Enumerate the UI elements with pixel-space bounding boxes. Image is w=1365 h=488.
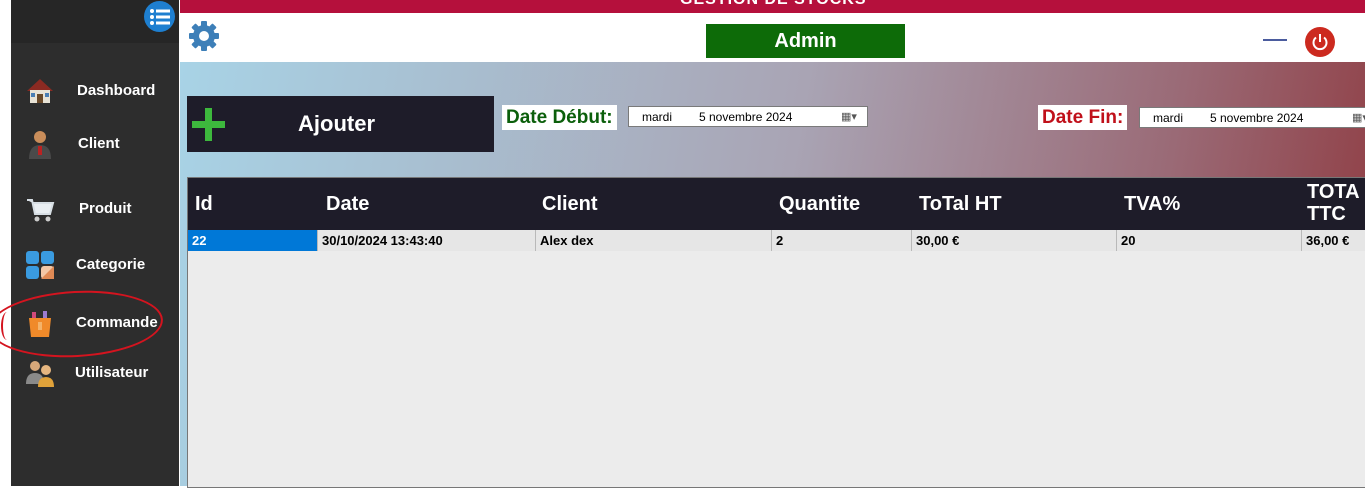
column-header[interactable]: ToTal HT bbox=[919, 178, 1002, 230]
sidebar-item-client[interactable]: Client bbox=[11, 122, 179, 166]
list-icon bbox=[149, 8, 170, 25]
start-date-picker[interactable]: mardi 5 novembre 2024 ▦▾ bbox=[628, 106, 868, 127]
sidebar-item-label: Utilisateur bbox=[75, 364, 149, 381]
column-header[interactable]: Date bbox=[326, 178, 369, 230]
sidebar-item-categorie[interactable]: Categorie bbox=[11, 243, 179, 287]
start-date-label: Date Début: bbox=[502, 105, 617, 130]
end-date-picker[interactable]: mardi 5 novembre 2024 ▦▾ bbox=[1139, 107, 1365, 128]
table-cell[interactable]: 30,00 € bbox=[912, 230, 1117, 251]
users-icon bbox=[26, 361, 54, 387]
window-edge bbox=[0, 0, 11, 486]
main-content: Ajouter Date Début: mardi 5 novembre 202… bbox=[180, 62, 1365, 488]
app-title: GESTION DE STOCKS bbox=[680, 0, 867, 9]
sidebar-item-label: Produit bbox=[79, 200, 132, 217]
gear-icon[interactable] bbox=[188, 20, 220, 52]
sidebar-header bbox=[11, 0, 179, 43]
bag-icon bbox=[29, 311, 51, 337]
column-header[interactable]: TOTA TTC bbox=[1307, 181, 1365, 233]
sidebar-item-label: Client bbox=[78, 135, 120, 152]
table-header: Id Date Client Quantite ToTal HT TVA% TO… bbox=[188, 178, 1365, 230]
person-icon bbox=[29, 131, 51, 159]
orders-table[interactable]: Id Date Client Quantite ToTal HT TVA% TO… bbox=[187, 177, 1365, 488]
header-bar: Admin bbox=[180, 13, 1365, 62]
tiles-icon bbox=[26, 251, 54, 279]
cart-icon bbox=[27, 199, 55, 222]
calendar-icon[interactable]: ▦▾ bbox=[841, 110, 857, 123]
sidebar-item-dashboard[interactable]: Dashboard bbox=[11, 69, 179, 113]
table-cell[interactable]: 22 bbox=[188, 230, 318, 251]
end-date-value: 5 novembre 2024 bbox=[1210, 111, 1304, 125]
table-cell[interactable]: Alex dex bbox=[536, 230, 772, 251]
table-row[interactable]: 22 30/10/2024 13:43:40 Alex dex 2 30,00 … bbox=[188, 230, 1365, 251]
sidebar-item-label: Dashboard bbox=[77, 82, 156, 99]
end-date-label: Date Fin: bbox=[1038, 105, 1128, 130]
title-bar: GESTION DE STOCKS bbox=[180, 0, 1365, 13]
column-header[interactable]: Client bbox=[542, 178, 598, 230]
sidebar: Dashboard Client Produit Categorie Comma… bbox=[11, 0, 179, 486]
power-icon bbox=[1312, 34, 1328, 51]
sidebar-item-produit[interactable]: Produit bbox=[11, 187, 179, 231]
sidebar-item-utilisateur[interactable]: Utilisateur bbox=[11, 351, 179, 395]
sidebar-item-label: Commande bbox=[76, 314, 158, 331]
end-date-day: mardi bbox=[1153, 111, 1184, 125]
table-cell[interactable]: 30/10/2024 13:43:40 bbox=[318, 230, 536, 251]
table-cell[interactable]: 36,00 € bbox=[1302, 230, 1365, 251]
column-header[interactable]: Quantite bbox=[779, 178, 860, 230]
house-icon bbox=[27, 79, 53, 103]
minimize-button[interactable] bbox=[1263, 39, 1287, 41]
calendar-icon[interactable]: ▦▾ bbox=[1352, 111, 1365, 124]
add-button-label: Ajouter bbox=[298, 111, 375, 136]
start-date-day: mardi bbox=[642, 110, 673, 124]
user-badge: Admin bbox=[706, 24, 905, 58]
power-button[interactable] bbox=[1305, 27, 1335, 57]
column-header[interactable]: TVA% bbox=[1124, 178, 1180, 230]
sidebar-item-label: Categorie bbox=[76, 256, 146, 273]
add-button[interactable]: Ajouter bbox=[187, 96, 494, 152]
column-header[interactable]: Id bbox=[195, 178, 213, 230]
sidebar-item-commande[interactable]: Commande bbox=[11, 301, 179, 345]
table-cell[interactable]: 2 bbox=[772, 230, 912, 251]
table-cell[interactable]: 20 bbox=[1117, 230, 1302, 251]
start-date-value: 5 novembre 2024 bbox=[699, 110, 793, 124]
menu-toggle-button[interactable] bbox=[144, 1, 175, 32]
